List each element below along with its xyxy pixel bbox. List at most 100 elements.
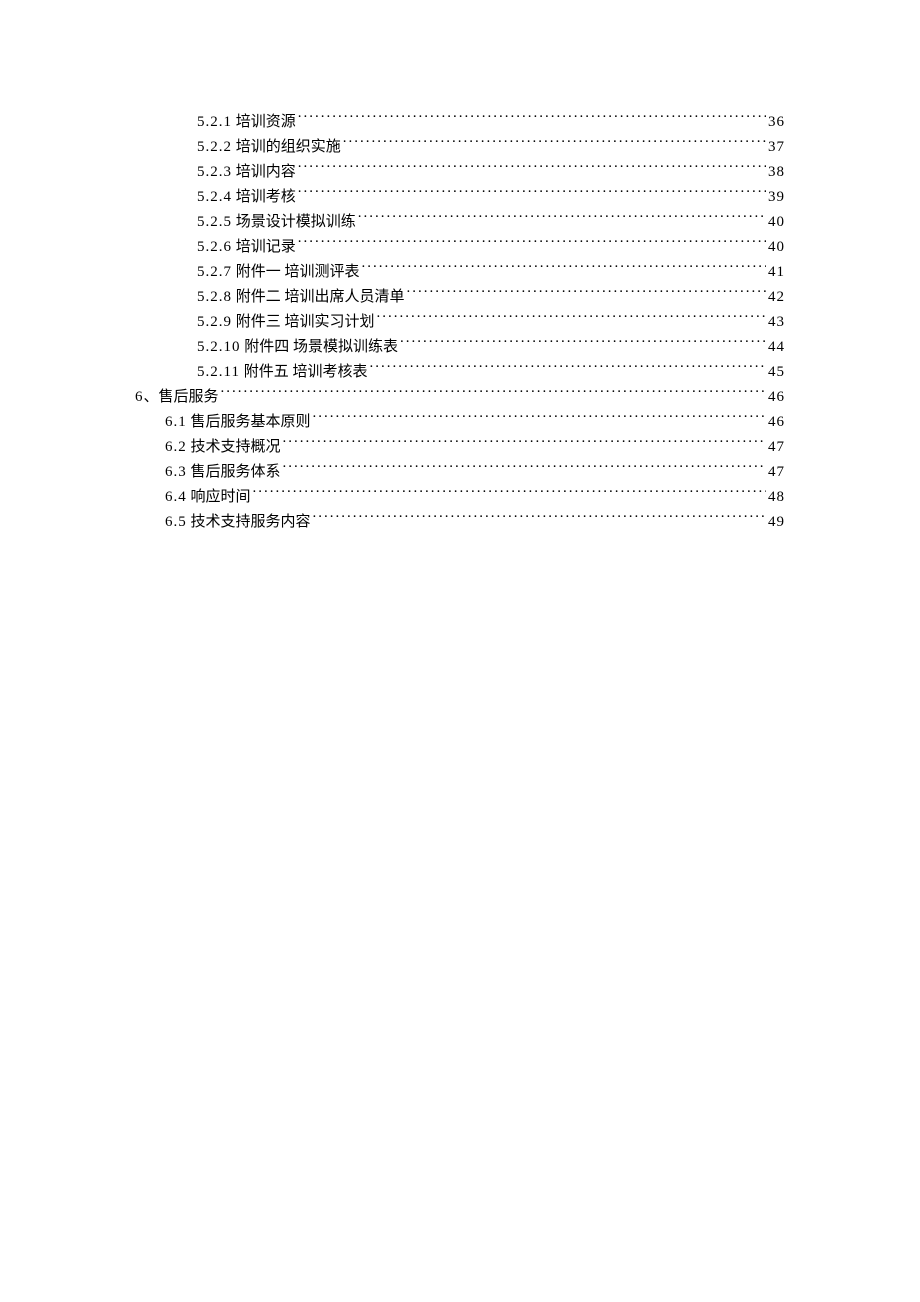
toc-dots-leader bbox=[377, 311, 766, 326]
toc-entry-page: 40 bbox=[768, 235, 785, 260]
toc-entry: 5.2.11 附件五 培训考核表 45 bbox=[135, 360, 785, 385]
toc-entry-number: 5.2.6 bbox=[197, 239, 232, 255]
toc-dots-leader bbox=[298, 111, 766, 126]
toc-dots-leader bbox=[298, 186, 766, 201]
toc-entry-number: 5.2.2 bbox=[197, 139, 232, 155]
toc-entry-text: 培训资源 bbox=[236, 114, 296, 130]
toc-dots-leader bbox=[400, 336, 766, 351]
toc-entry-number: 5.2.8 bbox=[197, 289, 232, 305]
toc-entry-number: 5.2.10 bbox=[197, 339, 241, 355]
toc-entry: 5.2.9 附件三 培训实习计划 43 bbox=[135, 310, 785, 335]
toc-entry-text: 培训考核 bbox=[236, 189, 296, 205]
toc-entry-title: 5.2.1 培训资源 bbox=[197, 110, 296, 135]
toc-entry-number: 6 bbox=[135, 389, 144, 405]
toc-dots-leader bbox=[283, 461, 766, 476]
toc-entry-text: 附件一 培训测评表 bbox=[236, 264, 360, 280]
toc-entry-separator: 、 bbox=[144, 389, 159, 405]
toc-entry: 6.4 响应时间 48 bbox=[135, 485, 785, 510]
toc-entry: 5.2.4 培训考核 39 bbox=[135, 185, 785, 210]
toc-entry-title: 5.2.7 附件一 培训测评表 bbox=[197, 260, 360, 285]
toc-entry-title: 5.2.10 附件四 场景模拟训练表 bbox=[197, 335, 398, 360]
toc-entry-text: 售后服务 bbox=[159, 389, 219, 405]
toc-entry-page: 49 bbox=[768, 510, 785, 535]
toc-entry: 6.3 售后服务体系 47 bbox=[135, 460, 785, 485]
toc-dots-leader bbox=[298, 236, 766, 251]
toc-entry-title: 5.2.11 附件五 培训考核表 bbox=[197, 360, 367, 385]
toc-entry-page: 44 bbox=[768, 335, 785, 360]
toc-dots-leader bbox=[253, 486, 766, 501]
toc-entry-text: 附件四 场景模拟训练表 bbox=[244, 339, 398, 355]
toc-entry: 5.2.8 附件二 培训出席人员清单 42 bbox=[135, 285, 785, 310]
toc-entry-text: 响应时间 bbox=[191, 489, 251, 505]
toc-entry-text: 场景设计模拟训练 bbox=[236, 214, 356, 230]
toc-dots-leader bbox=[313, 511, 766, 526]
toc-entry-page: 47 bbox=[768, 435, 785, 460]
toc-entry-page: 42 bbox=[768, 285, 785, 310]
toc-entry-page: 38 bbox=[768, 160, 785, 185]
toc-dots-leader bbox=[358, 211, 766, 226]
toc-dots-leader bbox=[313, 411, 766, 426]
toc-entry-page: 46 bbox=[768, 385, 785, 410]
toc-entry-text: 技术支持服务内容 bbox=[191, 514, 311, 530]
toc-entry-number: 5.2.1 bbox=[197, 114, 232, 130]
toc-entry: 6.2 技术支持概况 47 bbox=[135, 435, 785, 460]
toc-dots-leader bbox=[407, 286, 766, 301]
toc-entry-number: 5.2.4 bbox=[197, 189, 232, 205]
toc-entry-page: 37 bbox=[768, 135, 785, 160]
toc-entry-number: 5.2.11 bbox=[197, 364, 240, 380]
toc-entry-number: 5.2.3 bbox=[197, 164, 232, 180]
toc-entry-text: 售后服务体系 bbox=[191, 464, 281, 480]
toc-entry-number: 5.2.7 bbox=[197, 264, 232, 280]
toc-entry: 5.2.10 附件四 场景模拟训练表 44 bbox=[135, 335, 785, 360]
toc-entry-page: 36 bbox=[768, 110, 785, 135]
toc-entry-page: 41 bbox=[768, 260, 785, 285]
toc-entry-number: 6.1 bbox=[165, 414, 187, 430]
toc-entry-title: 5.2.4 培训考核 bbox=[197, 185, 296, 210]
toc-entry: 5.2.7 附件一 培训测评表 41 bbox=[135, 260, 785, 285]
table-of-contents: 5.2.1 培训资源365.2.2 培训的组织实施375.2.3 培训内容385… bbox=[135, 110, 785, 535]
toc-entry: 6、售后服务 46 bbox=[135, 385, 785, 410]
toc-entry-text: 附件五 培训考核表 bbox=[244, 364, 368, 380]
toc-dots-leader bbox=[343, 136, 766, 151]
toc-entry-number: 6.3 bbox=[165, 464, 187, 480]
toc-entry-number: 6.2 bbox=[165, 439, 187, 455]
toc-entry-title: 5.2.2 培训的组织实施 bbox=[197, 135, 341, 160]
toc-entry: 5.2.1 培训资源 36 bbox=[135, 110, 785, 135]
toc-entry: 5.2.5 场景设计模拟训练 40 bbox=[135, 210, 785, 235]
toc-dots-leader bbox=[362, 261, 766, 276]
toc-entry-text: 售后服务基本原则 bbox=[191, 414, 311, 430]
toc-dots-leader bbox=[221, 386, 766, 401]
toc-entry-title: 6.3 售后服务体系 bbox=[165, 460, 281, 485]
toc-entry-title: 5.2.6 培训记录 bbox=[197, 235, 296, 260]
toc-entry-title: 6.5 技术支持服务内容 bbox=[165, 510, 311, 535]
toc-entry-page: 48 bbox=[768, 485, 785, 510]
toc-dots-leader bbox=[369, 361, 766, 376]
toc-entry: 5.2.2 培训的组织实施 37 bbox=[135, 135, 785, 160]
toc-entry-title: 5.2.5 场景设计模拟训练 bbox=[197, 210, 356, 235]
toc-entry-page: 39 bbox=[768, 185, 785, 210]
toc-entry-page: 45 bbox=[768, 360, 785, 385]
toc-entry-title: 6.2 技术支持概况 bbox=[165, 435, 281, 460]
toc-entry: 5.2.6 培训记录 40 bbox=[135, 235, 785, 260]
toc-entry-text: 附件三 培训实习计划 bbox=[236, 314, 375, 330]
toc-entry-page: 47 bbox=[768, 460, 785, 485]
toc-entry-title: 6.4 响应时间 bbox=[165, 485, 251, 510]
toc-entry-title: 5.2.9 附件三 培训实习计划 bbox=[197, 310, 375, 335]
toc-entry: 6.1 售后服务基本原则46 bbox=[135, 410, 785, 435]
toc-entry-text: 附件二 培训出席人员清单 bbox=[236, 289, 405, 305]
toc-entry-title: 5.2.8 附件二 培训出席人员清单 bbox=[197, 285, 405, 310]
toc-entry-text: 培训记录 bbox=[236, 239, 296, 255]
toc-entry-page: 43 bbox=[768, 310, 785, 335]
toc-entry-text: 技术支持概况 bbox=[191, 439, 281, 455]
toc-dots-leader bbox=[283, 436, 766, 451]
toc-entry-title: 6、售后服务 bbox=[135, 385, 219, 410]
toc-entry-title: 5.2.3 培训内容 bbox=[197, 160, 296, 185]
toc-entry-number: 6.5 bbox=[165, 514, 187, 530]
toc-entry-number: 5.2.9 bbox=[197, 314, 232, 330]
toc-entry-number: 5.2.5 bbox=[197, 214, 232, 230]
toc-entry: 6.5 技术支持服务内容 49 bbox=[135, 510, 785, 535]
toc-entry-number: 6.4 bbox=[165, 489, 187, 505]
toc-entry-page: 40 bbox=[768, 210, 785, 235]
toc-entry-text: 培训的组织实施 bbox=[236, 139, 341, 155]
toc-entry: 5.2.3 培训内容 38 bbox=[135, 160, 785, 185]
